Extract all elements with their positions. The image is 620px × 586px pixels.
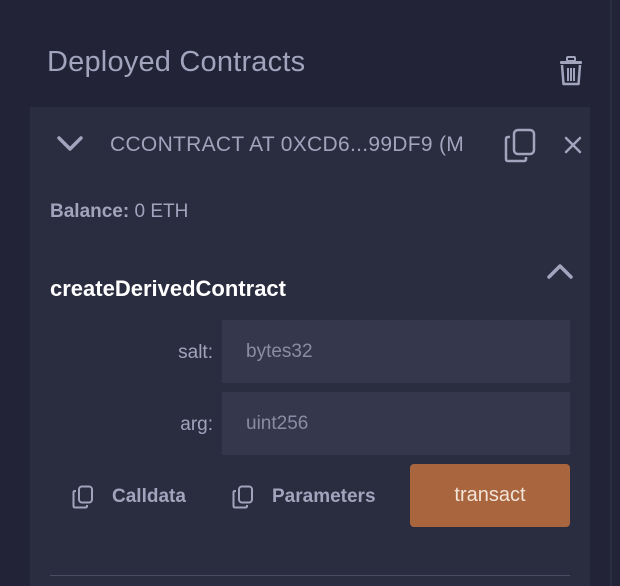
- contract-name[interactable]: CCONTRACT AT 0XCD6...99DF9 (M: [110, 133, 476, 157]
- param-label-salt: salt:: [178, 342, 213, 363]
- function-name: createDerivedContract: [50, 276, 286, 301]
- deployed-contracts-panel: Deployed Contracts CCONTRACT AT 0XCD6...…: [0, 0, 612, 586]
- chevron-down-icon[interactable]: [55, 132, 85, 156]
- parameters-label: Parameters: [272, 486, 376, 507]
- close-icon[interactable]: [562, 134, 584, 156]
- copy-icon: [72, 485, 93, 509]
- copy-icon[interactable]: [503, 128, 537, 164]
- arg-input[interactable]: [222, 392, 570, 455]
- divider: [50, 575, 570, 576]
- section-title: Deployed Contracts: [47, 46, 306, 78]
- transact-button[interactable]: transact: [410, 464, 570, 527]
- salt-input[interactable]: [222, 320, 570, 383]
- balance-label: Balance:: [50, 201, 130, 222]
- balance-value: 0 ETH: [134, 201, 189, 222]
- trash-icon[interactable]: [558, 56, 584, 86]
- param-label-arg: arg:: [180, 414, 213, 435]
- parameters-button[interactable]: Parameters: [232, 482, 376, 512]
- calldata-label: Calldata: [112, 486, 186, 507]
- copy-icon: [232, 485, 253, 509]
- calldata-button[interactable]: Calldata: [72, 482, 186, 512]
- chevron-up-icon[interactable]: [545, 260, 575, 282]
- balance: Balance: 0 ETH: [50, 201, 188, 223]
